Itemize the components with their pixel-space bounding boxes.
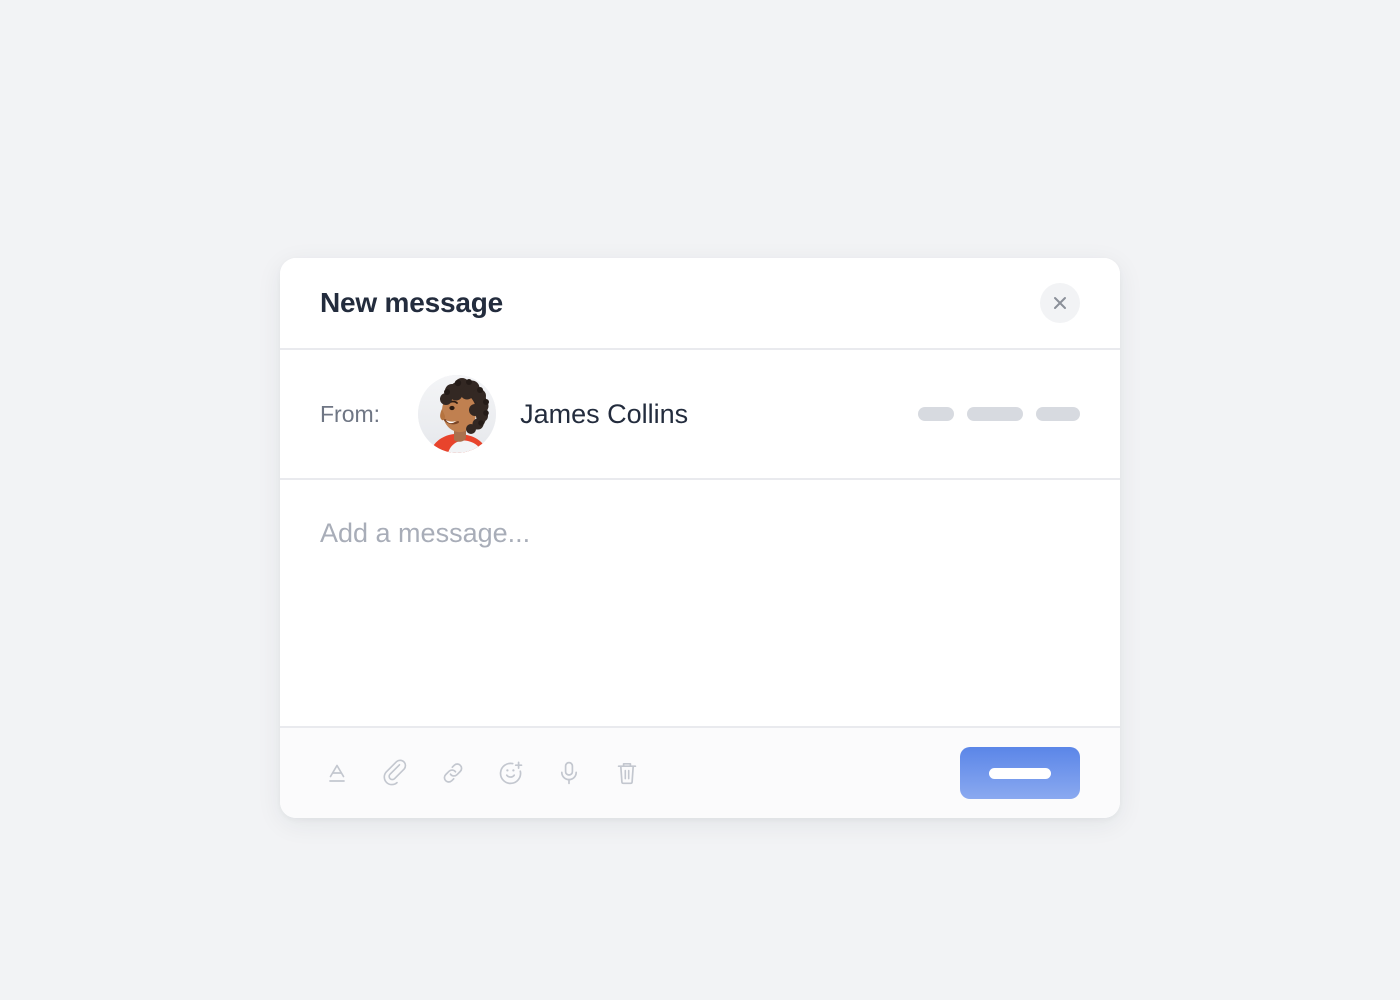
sender-name: James Collins <box>520 398 689 429</box>
add-emoji-button[interactable] <box>494 756 528 790</box>
new-message-compose-card: New message From: James Collins Add a me… <box>280 258 1120 818</box>
text-format-button[interactable] <box>320 756 354 790</box>
from-row: From: James Collins <box>280 350 1120 480</box>
page-title: New message <box>320 287 504 318</box>
message-placeholder: Add a message... <box>320 518 531 548</box>
record-audio-button[interactable] <box>552 756 586 790</box>
from-label: From: <box>320 400 381 427</box>
placeholder-pill-3 <box>1036 407 1080 421</box>
card-footer <box>280 728 1120 818</box>
placeholder-pill-2 <box>967 407 1023 421</box>
placeholder-pill-group <box>918 407 1080 421</box>
close-button[interactable] <box>1040 283 1080 323</box>
placeholder-pill-1 <box>918 407 954 421</box>
close-icon <box>1050 293 1070 313</box>
message-input[interactable]: Add a message... <box>280 480 1120 728</box>
avatar <box>418 375 497 453</box>
trash-icon <box>613 759 641 787</box>
send-button-label-skeleton <box>989 767 1051 779</box>
discard-button[interactable] <box>610 756 644 790</box>
text-format-icon <box>324 760 350 786</box>
emoji-add-icon <box>497 759 525 787</box>
microphone-icon <box>555 759 583 787</box>
send-button[interactable] <box>960 747 1080 799</box>
paperclip-icon <box>381 759 409 787</box>
attach-file-button[interactable] <box>378 756 412 790</box>
toolbar <box>320 756 644 790</box>
insert-link-button[interactable] <box>436 756 470 790</box>
link-icon <box>439 759 467 787</box>
card-header: New message <box>280 258 1120 350</box>
